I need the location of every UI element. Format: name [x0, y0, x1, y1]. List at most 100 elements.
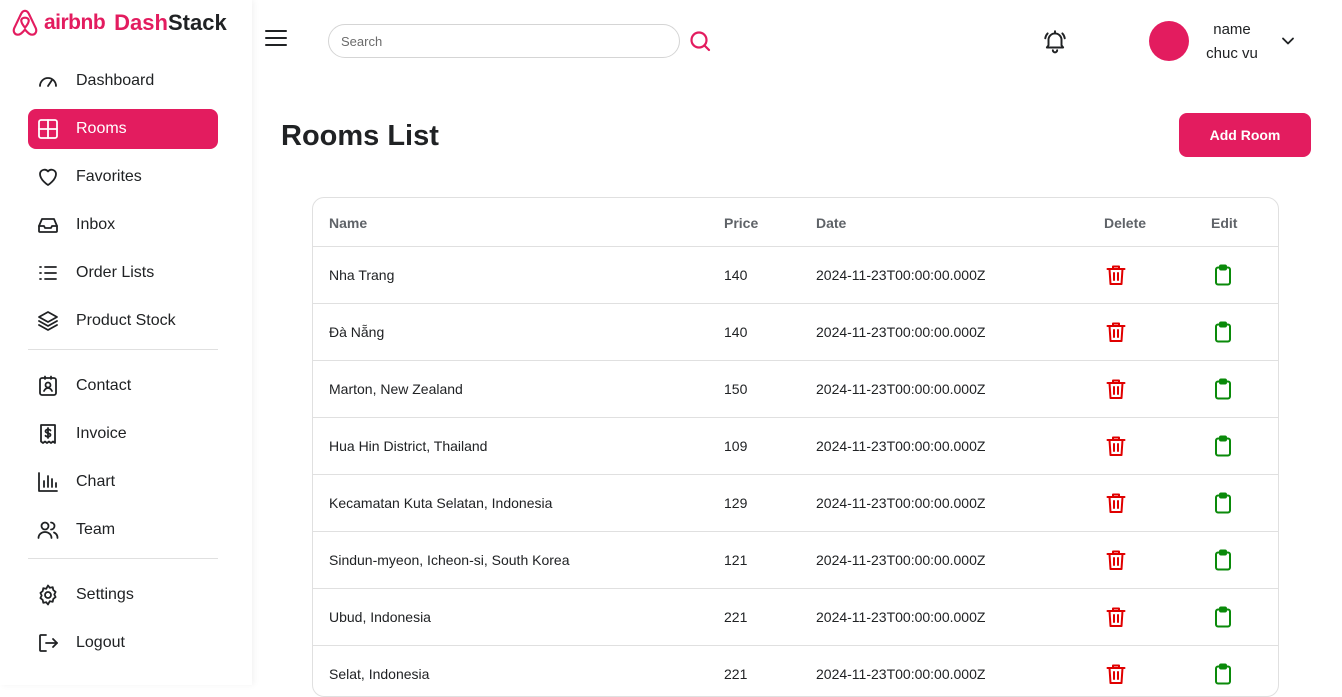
notification-bell-icon[interactable]: [1042, 28, 1068, 54]
room-price: 221: [724, 666, 748, 682]
sidebar-item-label: Order Lists: [76, 264, 155, 281]
room-name: Kecamatan Kuta Selatan, Indonesia: [329, 495, 553, 511]
sidebar-item-label: Product Stock: [76, 312, 176, 329]
invoice-icon: [36, 422, 60, 446]
column-header-name: Name: [329, 215, 368, 231]
sidebar-item-dashboard[interactable]: Dashboard: [28, 61, 218, 101]
sidebar-item-product-stock[interactable]: Product Stock: [28, 301, 218, 341]
sidebar-item-logout[interactable]: Logout: [28, 623, 218, 663]
sidebar-item-label: Dashboard: [76, 72, 155, 89]
rooms-table: Name Price Date Delete Edit Nha Trang 14…: [312, 197, 1279, 697]
room-price: 121: [724, 552, 748, 568]
sidebar-item-label: Logout: [76, 634, 125, 651]
sidebar-item-label: Favorites: [76, 168, 142, 185]
logo-dash-text: Dash: [114, 10, 168, 35]
sidebar-divider: [28, 349, 218, 350]
team-icon: [36, 518, 60, 542]
clipboard-edit-icon[interactable]: [1211, 662, 1235, 686]
grid-icon: [36, 117, 60, 141]
page-title: Rooms List: [281, 120, 439, 152]
room-price: 150: [724, 381, 748, 397]
room-date: 2024-11-23T00:00:00.000Z: [816, 438, 986, 454]
sidebar-item-invoice[interactable]: Invoice: [28, 414, 218, 454]
sidebar-item-label: Inbox: [76, 216, 116, 233]
bar-chart-icon: [36, 470, 60, 494]
list-icon: [36, 261, 60, 285]
sidebar-item-label: Invoice: [76, 425, 127, 442]
trash-icon[interactable]: [1104, 434, 1128, 458]
room-name: Sindun-myeon, Icheon-si, South Korea: [329, 552, 570, 568]
room-name: Ubud, Indonesia: [329, 609, 431, 625]
clipboard-edit-icon[interactable]: [1211, 434, 1235, 458]
column-header-edit: Edit: [1211, 215, 1238, 231]
table-row: Ubud, Indonesia 221 2024-11-23T00:00:00.…: [313, 589, 1278, 646]
sidebar-item-contact[interactable]: Contact: [28, 366, 218, 406]
table-row: Kecamatan Kuta Selatan, Indonesia 129 20…: [313, 475, 1278, 532]
trash-icon[interactable]: [1104, 320, 1128, 344]
clipboard-edit-icon[interactable]: [1211, 605, 1235, 629]
clipboard-edit-icon[interactable]: [1211, 491, 1235, 515]
room-name: Hua Hin District, Thailand: [329, 438, 488, 454]
room-date: 2024-11-23T00:00:00.000Z: [816, 267, 986, 283]
table-row: Hua Hin District, Thailand 109 2024-11-2…: [313, 418, 1278, 475]
room-price: 129: [724, 495, 748, 511]
room-date: 2024-11-23T00:00:00.000Z: [816, 381, 986, 397]
sidebar-item-label: Team: [76, 521, 116, 538]
sidebar-item-order-lists[interactable]: Order Lists: [28, 253, 218, 293]
room-name: Nha Trang: [329, 267, 395, 283]
trash-icon[interactable]: [1104, 377, 1128, 401]
layers-icon: [36, 309, 60, 333]
trash-icon[interactable]: [1104, 263, 1128, 287]
sidebar-item-label: Settings: [76, 586, 134, 603]
table-header: Name Price Date Delete Edit: [313, 198, 1278, 247]
room-price: 221: [724, 609, 748, 625]
table-row: Selat, Indonesia 221 2024-11-23T00:00:00…: [313, 646, 1278, 696]
trash-icon[interactable]: [1104, 548, 1128, 572]
search-input[interactable]: [328, 24, 680, 58]
heart-icon: [36, 165, 60, 189]
add-room-button[interactable]: Add Room: [1179, 113, 1311, 157]
table-row: Đà Nẵng 140 2024-11-23T00:00:00.000Z: [313, 304, 1278, 361]
sidebar-item-settings[interactable]: Settings: [28, 575, 218, 615]
room-price: 109: [724, 438, 748, 454]
clipboard-edit-icon[interactable]: [1211, 320, 1235, 344]
logo[interactable]: airbnb Dash Stack: [10, 6, 227, 40]
clipboard-edit-icon[interactable]: [1211, 548, 1235, 572]
sidebar-item-favorites[interactable]: Favorites: [28, 157, 218, 197]
column-header-date: Date: [816, 215, 847, 231]
room-date: 2024-11-23T00:00:00.000Z: [816, 552, 986, 568]
trash-icon[interactable]: [1104, 491, 1128, 515]
sidebar-divider: [28, 558, 218, 559]
user-role: chuc vu: [1206, 45, 1258, 62]
room-date: 2024-11-23T00:00:00.000Z: [816, 666, 986, 682]
sidebar-item-inbox[interactable]: Inbox: [28, 205, 218, 245]
room-date: 2024-11-23T00:00:00.000Z: [816, 324, 986, 340]
room-name: Selat, Indonesia: [329, 666, 430, 682]
dashboard-gauge-icon: [36, 69, 60, 93]
sidebar-item-team[interactable]: Team: [28, 510, 218, 550]
sidebar-item-chart[interactable]: Chart: [28, 462, 218, 502]
room-name: Marton, New Zealand: [329, 381, 463, 397]
sidebar-item-rooms[interactable]: Rooms: [28, 109, 218, 149]
table-row: Sindun-myeon, Icheon-si, South Korea 121…: [313, 532, 1278, 589]
sidebar-item-label: Rooms: [76, 120, 127, 137]
search-icon[interactable]: [688, 29, 712, 53]
trash-icon[interactable]: [1104, 662, 1128, 686]
sidebar: airbnb Dash Stack Dashboard Rooms Favorit…: [0, 0, 252, 685]
column-header-price: Price: [724, 215, 759, 231]
trash-icon[interactable]: [1104, 605, 1128, 629]
room-name: Đà Nẵng: [329, 324, 385, 340]
logo-stack-text: Stack: [167, 10, 227, 35]
menu-toggle-icon[interactable]: [265, 30, 287, 52]
inbox-icon: [36, 213, 60, 237]
sidebar-item-label: Contact: [76, 377, 132, 394]
column-header-delete: Delete: [1104, 215, 1147, 231]
clipboard-edit-icon[interactable]: [1211, 263, 1235, 287]
sidebar-item-label: Chart: [76, 473, 116, 490]
clipboard-edit-icon[interactable]: [1211, 377, 1235, 401]
user-name: name: [1213, 21, 1251, 38]
airbnb-logo-icon: [12, 9, 38, 36]
avatar[interactable]: [1149, 21, 1189, 61]
logout-icon: [36, 631, 60, 655]
chevron-down-icon[interactable]: [1278, 31, 1298, 51]
